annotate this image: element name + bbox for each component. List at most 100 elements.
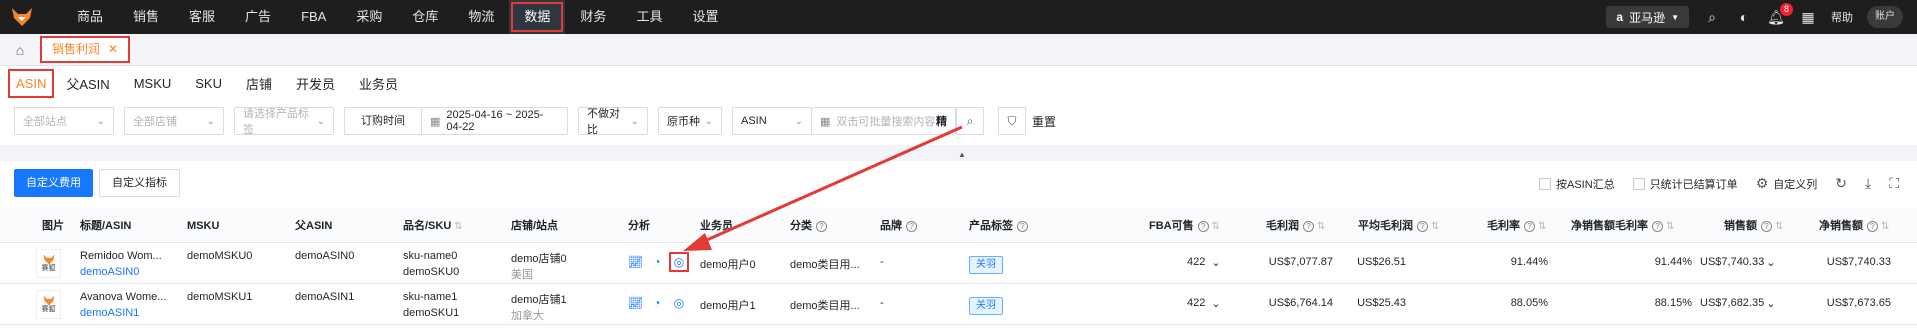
product-title[interactable]: Remidoo Wom... xyxy=(80,250,162,262)
search-input[interactable]: ▦ 双击可批量搜索内容精 xyxy=(812,107,956,135)
page-tab-sales-profit[interactable]: 销售利润 ✕ xyxy=(40,36,131,63)
question-icon[interactable]: ? xyxy=(1303,220,1314,232)
table-row[interactable]: 赛狐 Avanova Wome... demoASIN1 demoMSKU1 d… xyxy=(0,284,1917,325)
home-icon[interactable]: ⌂ xyxy=(0,42,40,58)
line-chart-icon[interactable]: 📈︎ xyxy=(628,296,643,310)
nav-item[interactable]: FBA xyxy=(286,0,341,34)
pie-chart-icon[interactable]: ◔ xyxy=(650,296,664,310)
sort-icon[interactable]: ⇅ xyxy=(1212,221,1220,232)
nav-item[interactable]: 广告 xyxy=(230,0,286,34)
col-name-sku[interactable]: 品名/SKU ⇅ xyxy=(403,209,463,243)
nav-item[interactable]: 仓库 xyxy=(397,0,453,34)
col-gross-margin[interactable]: 毛利率? ⇅ xyxy=(1487,209,1546,243)
col-sales[interactable]: 销售额? ⇅ xyxy=(1724,209,1783,243)
settled-only-checkbox[interactable]: 只统计已结算订单 xyxy=(1632,176,1738,192)
search-icon[interactable]: ⌕ xyxy=(1703,9,1721,26)
sales-cell[interactable]: US$7,740.33 ⌄ xyxy=(1700,256,1775,269)
dimension-tab[interactable]: ASIN xyxy=(8,68,55,98)
fba-available-cell[interactable]: 422 ⌄ xyxy=(1187,297,1221,310)
sort-icon[interactable]: ⇅ xyxy=(1431,221,1439,232)
question-icon[interactable]: ? xyxy=(1652,220,1663,232)
question-icon[interactable]: ? xyxy=(1197,220,1209,232)
nav-item[interactable]: 客服 xyxy=(174,0,230,34)
dimension-tab[interactable]: MSKU xyxy=(122,76,184,91)
bell-icon[interactable]: 🔔︎ 8 xyxy=(1767,2,1793,26)
download-icon[interactable]: ⤓ xyxy=(1865,175,1871,192)
compare-select[interactable]: 不做对比 ⌄ xyxy=(578,107,648,136)
col-fba-available[interactable]: FBA可售? ⇅ xyxy=(1149,209,1220,243)
currency-select[interactable]: 原币种 ⌄ xyxy=(658,107,722,135)
fba-available-cell[interactable]: 422 ⌄ xyxy=(1187,256,1221,269)
product-tag-select[interactable]: 请选择产品标签 ⌄ xyxy=(234,107,334,136)
date-filter: 订购时间 ▦ 2025-04-16 ~ 2025-04-22 xyxy=(344,107,568,135)
search-icon[interactable]: ⌕ xyxy=(956,107,984,135)
refresh-analysis-icon[interactable]: ◎ xyxy=(669,252,689,272)
sort-icon[interactable]: ⇅ xyxy=(1538,221,1546,232)
search-field-select[interactable]: ASIN ⌄ xyxy=(732,107,812,135)
product-tag-badge[interactable]: 关羽 xyxy=(969,297,1003,315)
line-chart-icon[interactable]: 📈︎ xyxy=(628,255,643,269)
funnel-icon[interactable]: ⛉ xyxy=(998,107,1026,135)
close-icon[interactable]: ✕ xyxy=(108,36,118,63)
asin-link[interactable]: demoASIN1 xyxy=(80,307,139,319)
collapse-filter-icon[interactable]: ▲ xyxy=(940,150,984,160)
site-select[interactable]: 全部站点 ⌄ xyxy=(14,107,114,135)
nav-item[interactable]: 设置 xyxy=(677,0,733,34)
dimension-tab[interactable]: 业务员 xyxy=(347,74,410,93)
question-icon[interactable]: ? xyxy=(1524,220,1535,232)
question-icon[interactable]: ? xyxy=(1417,220,1428,232)
sort-list-icon[interactable]: ⇅ xyxy=(454,221,462,232)
col-avg-gross-profit[interactable]: 平均毛利润? ⇅ xyxy=(1358,209,1439,243)
product-title[interactable]: Avanova Wome... xyxy=(80,291,166,303)
headset-icon[interactable]: ◐ xyxy=(1735,9,1753,25)
dimension-tab[interactable]: 父ASIN xyxy=(54,74,121,93)
precise-toggle[interactable]: 精 xyxy=(936,113,947,129)
product-tag-badge[interactable]: 关羽 xyxy=(969,256,1003,274)
table-row[interactable]: 赛狐 Remidoo Wom... demoASIN0 demoMSKU0 de… xyxy=(0,243,1917,284)
nav-item[interactable]: 采购 xyxy=(341,0,397,34)
question-icon[interactable]: ? xyxy=(1017,220,1028,232)
question-icon[interactable]: ? xyxy=(1761,220,1772,232)
nav-item[interactable]: 工具 xyxy=(621,0,677,34)
apps-grid-icon[interactable]: ▦ xyxy=(1799,9,1817,26)
marketplace-selector[interactable]: a 亚马逊 ▼ xyxy=(1606,6,1689,28)
custom-metric-button[interactable]: 自定义指标 xyxy=(99,169,180,197)
refresh-analysis-icon[interactable]: ◎ xyxy=(672,296,686,310)
dimension-tab[interactable]: 开发员 xyxy=(284,74,347,93)
help-link[interactable]: 帮助 xyxy=(1831,9,1853,25)
account-menu[interactable]: 账户 xyxy=(1867,6,1903,28)
dimension-tab[interactable]: 店铺 xyxy=(234,74,284,93)
sort-icon[interactable]: ⇅ xyxy=(1775,221,1783,232)
question-icon[interactable]: ? xyxy=(1867,220,1878,232)
product-thumbnail[interactable]: 赛狐 xyxy=(36,249,61,278)
sales-cell[interactable]: US$7,682.35 ⌄ xyxy=(1700,297,1775,310)
by-asin-checkbox[interactable]: 按ASIN汇总 xyxy=(1539,176,1615,192)
sort-icon[interactable]: ⇅ xyxy=(1666,221,1674,232)
question-icon[interactable]: ? xyxy=(906,220,917,232)
custom-fee-button[interactable]: 自定义费用 xyxy=(14,169,93,197)
nav-item[interactable]: 数据 xyxy=(509,0,566,34)
nav-item[interactable]: 财务 xyxy=(565,0,621,34)
col-gross-profit[interactable]: 毛利润? ⇅ xyxy=(1266,209,1325,243)
fox-logo-icon[interactable] xyxy=(0,0,44,34)
pie-chart-icon[interactable]: ◔ xyxy=(650,255,664,269)
nav-item[interactable]: 物流 xyxy=(453,0,509,34)
product-thumbnail[interactable]: 赛狐 xyxy=(36,290,61,319)
col-net-sales[interactable]: 净销售额? ⇅ xyxy=(1819,209,1889,243)
fullscreen-icon[interactable]: ⛶ xyxy=(1889,175,1899,192)
custom-columns-button[interactable]: ⚙ 自定义列 xyxy=(1756,175,1818,192)
asin-link[interactable]: demoASIN0 xyxy=(80,266,139,278)
col-parent-asin: 父ASIN xyxy=(295,220,333,232)
sort-icon[interactable]: ⇅ xyxy=(1881,221,1889,232)
refresh-icon[interactable]: ↻ xyxy=(1835,175,1847,192)
dimension-tab[interactable]: SKU xyxy=(183,76,234,91)
col-net-sales-margin[interactable]: 净销售额毛利率? ⇅ xyxy=(1571,209,1674,243)
sort-icon[interactable]: ⇅ xyxy=(1317,221,1325,232)
date-range-picker[interactable]: ▦ 2025-04-16 ~ 2025-04-22 xyxy=(422,107,568,135)
reset-button[interactable]: 重置 xyxy=(1032,113,1056,130)
nav-item[interactable]: 销售 xyxy=(118,0,174,34)
shop-select[interactable]: 全部店铺 ⌄ xyxy=(124,107,224,135)
nav-item[interactable]: 商品 xyxy=(62,0,118,34)
question-icon[interactable]: ? xyxy=(816,220,827,232)
date-type-select[interactable]: 订购时间 xyxy=(344,107,422,135)
